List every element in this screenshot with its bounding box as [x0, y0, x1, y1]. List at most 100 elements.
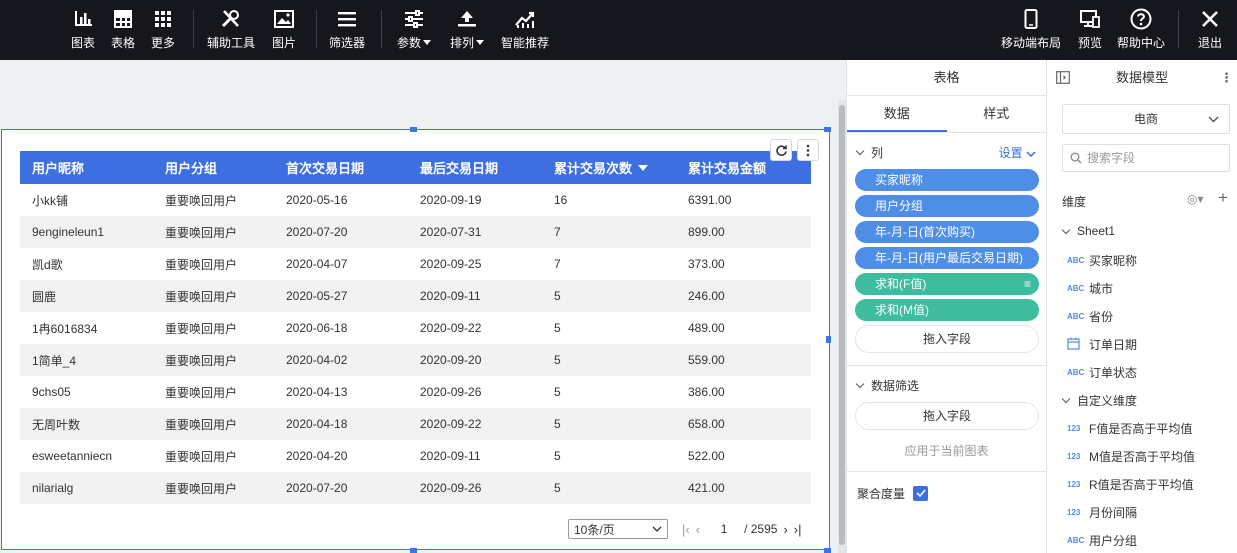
chart-config-panel: 表格 数据 样式 列 设置 买家昵称 用户分组 年-月-日(首次购买) 年-月-日(用… [846, 60, 1047, 553]
canvas-scrollbar-thumb[interactable] [839, 105, 845, 545]
table-cell: 无周叶数 [20, 408, 153, 440]
text-type-icon: ABC [1067, 536, 1085, 545]
column-header[interactable]: 用户昵称 [20, 151, 153, 184]
close-icon [1201, 8, 1219, 30]
table-row[interactable]: 1冉6016834 重要唤回用户 2020-06-18 2020-09-22 5 489.… [20, 312, 811, 344]
chevron-down-icon [855, 379, 865, 388]
dashboard-canvas[interactable]: 用户昵称 用户分组 首次交易日期 最后交易日期 累计交易次数 累计交易金额 小k… [0, 60, 846, 553]
table-row[interactable]: 圆鹿 重要唤回用户 2020-05-27 2020-09-11 5 246.00 [20, 280, 811, 312]
tab-data[interactable]: 数据 [847, 96, 947, 132]
table-cell: 2020-04-20 [286, 449, 348, 463]
chevron-down-icon [1208, 116, 1219, 123]
table-cell: esweetanniecn [32, 449, 113, 463]
table-row[interactable]: 凯d歌 重要唤回用户 2020-04-07 2020-09-25 7 373.00 [20, 248, 811, 280]
model-field-item[interactable]: ABC 买家昵称 [1067, 252, 1137, 269]
dimension-field-pill[interactable]: 年-月-日(首次购买) [855, 221, 1039, 243]
toolbar-image-button[interactable]: 图片 [256, 8, 312, 51]
toolbar-filter-button[interactable]: 筛选器 [319, 8, 375, 51]
apply-to-chart-link[interactable]: 应用于当前图表 [847, 442, 1046, 459]
globe-icon[interactable]: ◎▾ [1187, 192, 1204, 206]
prev-page-icon[interactable]: ‹ [696, 522, 700, 537]
toolbar-mobile-layout-button[interactable]: 移动端布局 [1000, 8, 1062, 51]
field-search-input[interactable]: 搜索字段 [1062, 144, 1230, 172]
table-cell: 386.00 [688, 385, 725, 399]
table-row[interactable]: 1简单_4 重要唤回用户 2020-04-02 2020-09-20 5 559.00 [20, 344, 811, 376]
panel-more-icon[interactable]: ⋮ [1220, 60, 1233, 96]
model-field-item[interactable]: 123 F值是否高于平均值 [1067, 420, 1192, 437]
chevron-down-icon [855, 146, 865, 155]
first-page-icon[interactable]: |‹ [682, 522, 690, 537]
bar-chart-icon [73, 8, 93, 30]
table-icon [114, 8, 132, 30]
table-row[interactable]: 小kk铺 重要唤回用户 2020-05-16 2020-09-19 16 6391.00 [20, 184, 811, 216]
model-field-item[interactable]: ABC 订单状态 [1067, 364, 1137, 381]
toolbar-params-button[interactable]: 参数 [386, 8, 442, 51]
data-filter-section-header[interactable]: 数据筛选 [847, 372, 1046, 398]
column-header[interactable]: 用户分组 [153, 151, 274, 184]
model-field-item[interactable]: ABC 用户分组 [1067, 532, 1137, 549]
toolbar-help-button[interactable]: 帮助中心 [1113, 8, 1169, 51]
page-number-input[interactable]: 1 [710, 522, 738, 536]
sheet-group[interactable]: Sheet1 [1061, 224, 1115, 238]
table-row[interactable]: 9chs05 重要唤回用户 2020-04-13 2020-09-26 5 386.00 [20, 376, 811, 408]
custom-dimension-group[interactable]: 自定义维度 [1061, 392, 1137, 409]
model-field-item[interactable]: 123 月份间隔 [1067, 504, 1137, 521]
column-settings-link[interactable]: 设置 [999, 144, 1036, 161]
more-vertical-icon [806, 144, 810, 156]
resize-handle-bottom[interactable] [410, 548, 417, 553]
table-row[interactable]: nilarialg 重要唤回用户 2020-07-20 2020-09-26 5 421.… [20, 472, 811, 504]
column-header[interactable]: 最后交易日期 [408, 151, 542, 184]
column-header-sorted[interactable]: 累计交易次数 [542, 151, 676, 184]
toolbar-divider [316, 10, 317, 48]
toolbar-preview-button[interactable]: 预览 [1062, 8, 1118, 51]
resize-handle-right[interactable] [826, 336, 831, 343]
toolbar-smart-button[interactable]: 智能推荐 [497, 8, 553, 51]
add-dimension-icon[interactable]: + [1218, 188, 1228, 208]
field-pill-label: 年-月-日(用户最后交易日期) [875, 251, 1023, 265]
toolbar-arrange-button[interactable]: 排列 [439, 8, 495, 51]
table-row[interactable]: 9engineleun1 重要唤回用户 2020-07-20 2020-07-31 7 8… [20, 216, 811, 248]
table-cell: 658.00 [676, 408, 811, 440]
aggregate-checkbox[interactable] [913, 485, 929, 501]
toolbar-label: 图表 [70, 36, 95, 50]
measure-field-pill[interactable]: 求和(F值) ≡ [855, 273, 1039, 295]
model-field-item[interactable]: 订单日期 [1067, 336, 1137, 353]
dataset-select[interactable]: 电商 [1062, 104, 1230, 134]
refresh-button[interactable] [770, 139, 792, 161]
toolbar-label: 排列 [450, 34, 484, 51]
resize-handle-top-right[interactable] [824, 127, 831, 132]
more-options-button[interactable] [797, 139, 819, 161]
tab-style[interactable]: 样式 [947, 96, 1047, 132]
model-field-item[interactable]: 123 R值是否高于平均值 [1067, 476, 1194, 493]
dimension-field-pill[interactable]: 年-月-日(用户最后交易日期) [855, 247, 1039, 269]
resize-handle-bottom-right[interactable] [824, 548, 831, 553]
column-header[interactable]: 首次交易日期 [274, 151, 408, 184]
field-label: 省份 [1089, 310, 1114, 324]
toolbar-tools-button[interactable]: 辅助工具 [203, 8, 259, 51]
filter-drop-zone[interactable]: 拖入字段 [855, 402, 1039, 430]
table-cell: 2020-07-20 [274, 472, 408, 504]
model-field-item[interactable]: ABC 省份 [1067, 308, 1113, 325]
table-cell: 9chs05 [32, 385, 71, 399]
last-page-icon[interactable]: ›| [794, 522, 802, 537]
resize-handle-top[interactable] [410, 127, 417, 132]
sort-desc-icon[interactable] [638, 165, 649, 171]
drop-field-zone[interactable]: 拖入字段 [855, 325, 1039, 353]
model-field-item[interactable]: ABC 城市 [1067, 280, 1113, 297]
table-row[interactable]: 无周叶数 重要唤回用户 2020-04-18 2020-09-22 5 658.00 [20, 408, 811, 440]
page-size-select[interactable]: 10条/页 [568, 519, 668, 539]
model-field-item[interactable]: 123 M值是否高于平均值 [1067, 448, 1195, 465]
next-page-icon[interactable]: › [783, 522, 787, 537]
dimension-field-pill[interactable]: 买家昵称 [855, 169, 1039, 191]
chevron-down-icon [1061, 225, 1071, 234]
sliders-icon [404, 8, 424, 30]
sort-lines-icon[interactable]: ≡ [1024, 273, 1031, 295]
toolbar-exit-button[interactable]: 退出 [1182, 8, 1237, 51]
measure-field-pill[interactable]: 求和(M值) [855, 299, 1039, 321]
dimension-field-pill[interactable]: 用户分组 [855, 195, 1039, 217]
toolbar-more-button[interactable]: 更多 [135, 8, 191, 51]
table-widget[interactable]: 用户昵称 用户分组 首次交易日期 最后交易日期 累计交易次数 累计交易金额 小k… [1, 129, 830, 550]
columns-section-header[interactable]: 列 设置 [847, 139, 1046, 165]
table-row[interactable]: esweetanniecn 重要唤回用户 2020-04-20 2020-09-11 5… [20, 440, 811, 472]
panel-title: 数据模型 ⋮ [1047, 60, 1237, 96]
